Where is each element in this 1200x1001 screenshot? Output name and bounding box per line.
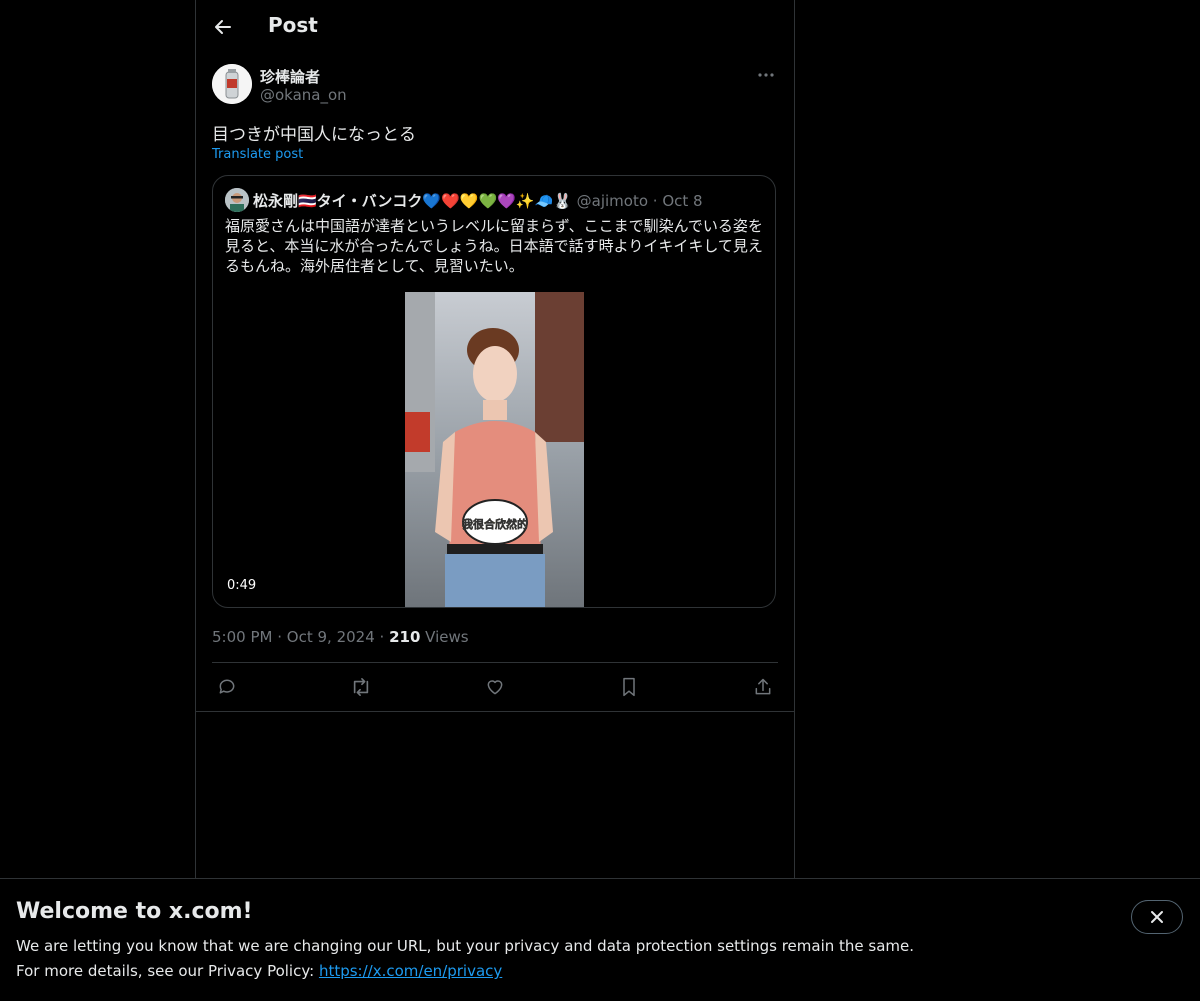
svg-text:我很合欣然的: 我很合欣然的	[462, 517, 528, 531]
quote-handle[interactable]: @ajimoto	[577, 192, 648, 210]
privacy-policy-link[interactable]: https://x.com/en/privacy	[319, 962, 502, 980]
banner-title: Welcome to x.com!	[16, 899, 253, 924]
quote-text: 福原愛さんは中国語が達者というレベルに留まらず、ここまで馴染んでいる姿を見ると、…	[225, 217, 763, 275]
more-icon	[758, 73, 774, 77]
like-icon	[487, 680, 503, 695]
quote-date: Oct 8	[662, 192, 703, 210]
share-button[interactable]	[750, 674, 776, 700]
quoted-post[interactable]: 松永剛🇹🇭タイ・バンコク💙❤️💛💚💜✨🧢🐰 @ajimoto · Oct 8 福…	[212, 175, 776, 608]
quote-header: 松永剛🇹🇭タイ・バンコク💙❤️💛💚💜✨🧢🐰 @ajimoto · Oct 8	[253, 190, 703, 211]
video-thumbnail[interactable]: 我很合欣然的	[405, 292, 584, 607]
post-date[interactable]: Oct 9, 2024	[287, 628, 375, 646]
video-duration: 0:49	[227, 578, 257, 593]
quote-avatar	[225, 188, 249, 212]
post-actions	[212, 674, 778, 700]
repost-button[interactable]	[348, 674, 374, 700]
like-button[interactable]	[482, 674, 508, 700]
author-handle[interactable]: @okana_on	[260, 86, 347, 104]
top-bar: Post	[196, 0, 794, 54]
translate-post-link[interactable]: Translate post	[212, 147, 303, 162]
quote-display-name[interactable]: 松永剛🇹🇭タイ・バンコク💙❤️💛💚💜✨🧢🐰	[253, 192, 572, 210]
separator-dot: ·	[652, 192, 658, 210]
divider	[212, 662, 778, 663]
banner-message: We are letting you know that we are chan…	[16, 937, 915, 955]
separator-dot: ·	[277, 628, 287, 646]
author-display-name[interactable]: 珍棒論者	[260, 66, 320, 87]
quote-avatar-image	[225, 188, 249, 212]
welcome-banner: Welcome to x.com! We are letting you kno…	[0, 878, 1200, 1001]
post-time[interactable]: 5:00 PM	[212, 628, 272, 646]
views-count: 210	[389, 628, 421, 646]
close-banner-button[interactable]	[1131, 900, 1183, 934]
post-meta: 5:00 PM · Oct 9, 2024 · 210 Views	[212, 628, 469, 646]
more-options-button[interactable]	[754, 64, 778, 86]
bookmark-icon	[623, 677, 635, 697]
back-arrow-icon	[215, 20, 231, 34]
close-icon	[1151, 911, 1163, 923]
video-frame-image: 我很合欣然的	[405, 292, 584, 607]
avatar-image	[212, 64, 252, 104]
banner-privacy-prefix: For more details, see our Privacy Policy…	[16, 962, 319, 980]
post-author: 珍棒論者 @okana_on	[212, 64, 778, 108]
reply-icon	[219, 679, 235, 694]
separator-dot: ·	[379, 628, 390, 646]
repost-icon	[353, 678, 369, 696]
page-title: Post	[268, 13, 318, 37]
views-label: Views	[425, 628, 469, 646]
avatar[interactable]	[212, 64, 252, 104]
reply-button[interactable]	[214, 674, 240, 700]
banner-privacy-note: For more details, see our Privacy Policy…	[16, 962, 502, 980]
post-text: 目つきが中国人になっとる	[212, 125, 416, 145]
share-icon	[755, 678, 771, 695]
back-button[interactable]	[208, 12, 238, 42]
main-column: Post 珍棒論者 @okana_on 目つきが中国人になっとる Transla…	[195, 0, 795, 1000]
divider	[196, 711, 794, 712]
bookmark-button[interactable]	[616, 674, 642, 700]
